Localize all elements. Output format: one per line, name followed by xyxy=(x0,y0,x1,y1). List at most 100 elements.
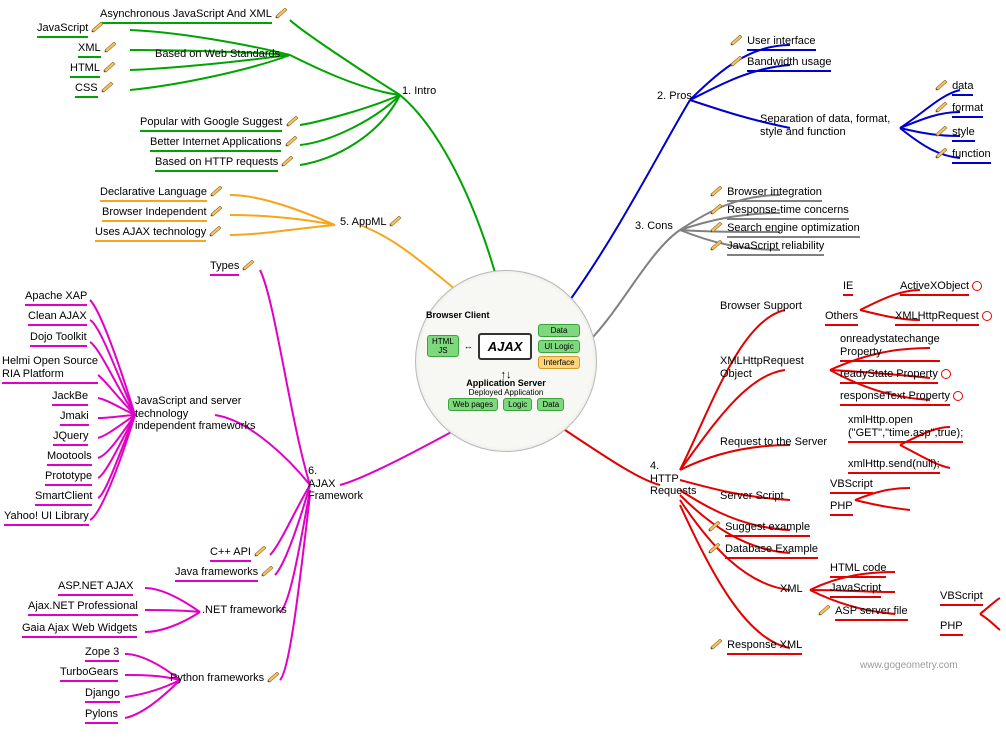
appml-decl: Declarative Language xyxy=(100,186,224,202)
cons-browser: Browser integration xyxy=(710,186,822,202)
fw-xap: Apache XAP xyxy=(25,290,87,306)
hub-browser-client: Browser Client xyxy=(426,310,586,320)
fw-turbo: TurboGears xyxy=(60,666,118,682)
fw-pylons: Pylons xyxy=(85,708,118,724)
http-ss-label: Server Script xyxy=(720,490,784,503)
fw-js-label: JavaScript and server technology indepen… xyxy=(135,395,255,433)
terminal-dot-icon xyxy=(941,369,951,379)
pencil-icon xyxy=(104,42,118,53)
intro-google: Popular with Google Suggest xyxy=(140,116,300,132)
hub-html-js: HTML JS xyxy=(427,335,459,357)
pencil-icon xyxy=(730,56,744,67)
intro-js: JavaScript xyxy=(37,22,105,38)
http-xo-onready: onreadystatechange Property xyxy=(840,333,940,362)
appml-bi: Browser Independent xyxy=(102,206,224,222)
http-ss-vb: VBScript xyxy=(830,478,873,494)
http-xml-html: HTML code xyxy=(830,562,886,578)
pros-bw: Bandwidth usage xyxy=(730,56,831,72)
pencil-icon xyxy=(710,204,724,215)
pencil-icon xyxy=(730,35,744,46)
fw-proto: Prototype xyxy=(45,470,92,486)
branch-intro: 1. Intro xyxy=(402,85,436,98)
pencil-icon xyxy=(242,260,256,271)
pros-sep-label: Separation of data, format, style and fu… xyxy=(760,113,890,138)
appml-uses: Uses AJAX technology xyxy=(95,226,223,242)
http-xo-ready: readyState Property xyxy=(840,368,951,384)
fw-yui: Yahoo! UI Library xyxy=(4,510,89,526)
http-respxml: Response XML xyxy=(710,639,802,655)
pencil-icon xyxy=(267,672,281,683)
central-hub: Browser Client HTML JS ↔ AJAX Data UI Lo… xyxy=(415,270,597,452)
fw-net-pro: Ajax.NET Professional xyxy=(28,600,138,616)
hub-app-server: Application Server xyxy=(426,378,586,388)
pencil-icon xyxy=(286,116,300,127)
pencil-icon xyxy=(91,22,105,33)
pencil-icon xyxy=(281,156,295,167)
fw-py-label: Python frameworks xyxy=(170,672,281,685)
pencil-icon xyxy=(210,206,224,217)
pencil-icon xyxy=(708,521,722,532)
pros-data: data xyxy=(935,80,973,96)
branch-appml: 5. AppML xyxy=(340,216,403,229)
http-xml-asp: ASP server file xyxy=(818,605,908,621)
http-bs-ie: IE xyxy=(843,280,853,296)
pros-style: style xyxy=(935,126,975,142)
hub-data: Data xyxy=(538,324,579,337)
http-req-label: Request to the Server xyxy=(720,436,827,449)
fw-java: Java frameworks xyxy=(175,566,275,582)
http-bs-xhr: XMLHttpRequest xyxy=(895,310,992,326)
fw-dojo: Dojo Toolkit xyxy=(30,331,87,347)
fw-net-label: .NET frameworks xyxy=(202,604,287,617)
pencil-icon xyxy=(254,546,268,557)
pencil-icon xyxy=(935,80,949,91)
intro-html: HTML xyxy=(70,62,117,78)
fw-types: Types xyxy=(210,260,256,276)
http-sugg: Suggest example xyxy=(708,521,810,537)
branch-ajaxfw: 6. AJAX Framework xyxy=(308,465,363,503)
http-bs-ax: ActiveXObject xyxy=(900,280,982,296)
http-xml-php: PHP xyxy=(940,620,963,636)
fw-net-gaia: Gaia Ajax Web Widgets xyxy=(22,622,137,638)
hub-ajax: AJAX xyxy=(478,333,533,360)
pencil-icon xyxy=(710,186,724,197)
branch-cons: 3. Cons xyxy=(635,220,673,233)
cons-js: JavaScript reliability xyxy=(710,240,824,256)
hub-data2: Data xyxy=(537,398,564,411)
intro-async: Asynchronous JavaScript And XML xyxy=(100,8,289,24)
http-xo-resp: responseText Property xyxy=(840,390,963,406)
http-req-send: xmlHttp.send(null); xyxy=(848,458,940,474)
intro-std-label: Based on Web Standards xyxy=(155,48,280,61)
fw-jq: JQuery xyxy=(53,430,88,446)
http-xml-label: XML xyxy=(780,583,803,596)
cons-rt: Response-time concerns xyxy=(710,204,849,220)
http-xml-js: JavaScript xyxy=(830,582,881,598)
intro-better: Better Internet Applications xyxy=(150,136,299,152)
hub-webpages: Web pages xyxy=(448,398,498,411)
terminal-dot-icon xyxy=(953,391,963,401)
http-xo-label: XMLHttpRequest Object xyxy=(720,355,804,380)
pencil-icon xyxy=(818,605,832,616)
http-bs-others: Others xyxy=(825,310,858,326)
pencil-icon xyxy=(103,62,117,73)
hub-ui-logic: UI Logic xyxy=(538,340,579,353)
http-xml-vb: VBScript xyxy=(940,590,983,606)
pencil-icon xyxy=(285,136,299,147)
cons-seo: Search engine optimization xyxy=(710,222,860,238)
branch-http: 4. HTTP Requests xyxy=(650,460,696,498)
pros-ui: User interface xyxy=(730,35,816,51)
intro-httpreq: Based on HTTP requests xyxy=(155,156,295,172)
fw-jackbe: JackBe xyxy=(52,390,88,406)
source-credit: www.gogeometry.com xyxy=(860,660,958,671)
http-bs-label: Browser Support xyxy=(720,300,802,313)
pencil-icon xyxy=(935,102,949,113)
pencil-icon xyxy=(210,186,224,197)
pencil-icon xyxy=(935,126,949,137)
fw-cpp: C++ API xyxy=(210,546,268,562)
hub-deployed: Deployed Application xyxy=(426,388,586,397)
pencil-icon xyxy=(935,148,949,159)
pros-format: format xyxy=(935,102,983,118)
fw-helmi: Helmi Open Source RIA Platform xyxy=(2,355,98,384)
pencil-icon xyxy=(710,639,724,650)
pros-function: function xyxy=(935,148,991,164)
hub-interface: Interface xyxy=(538,356,579,369)
